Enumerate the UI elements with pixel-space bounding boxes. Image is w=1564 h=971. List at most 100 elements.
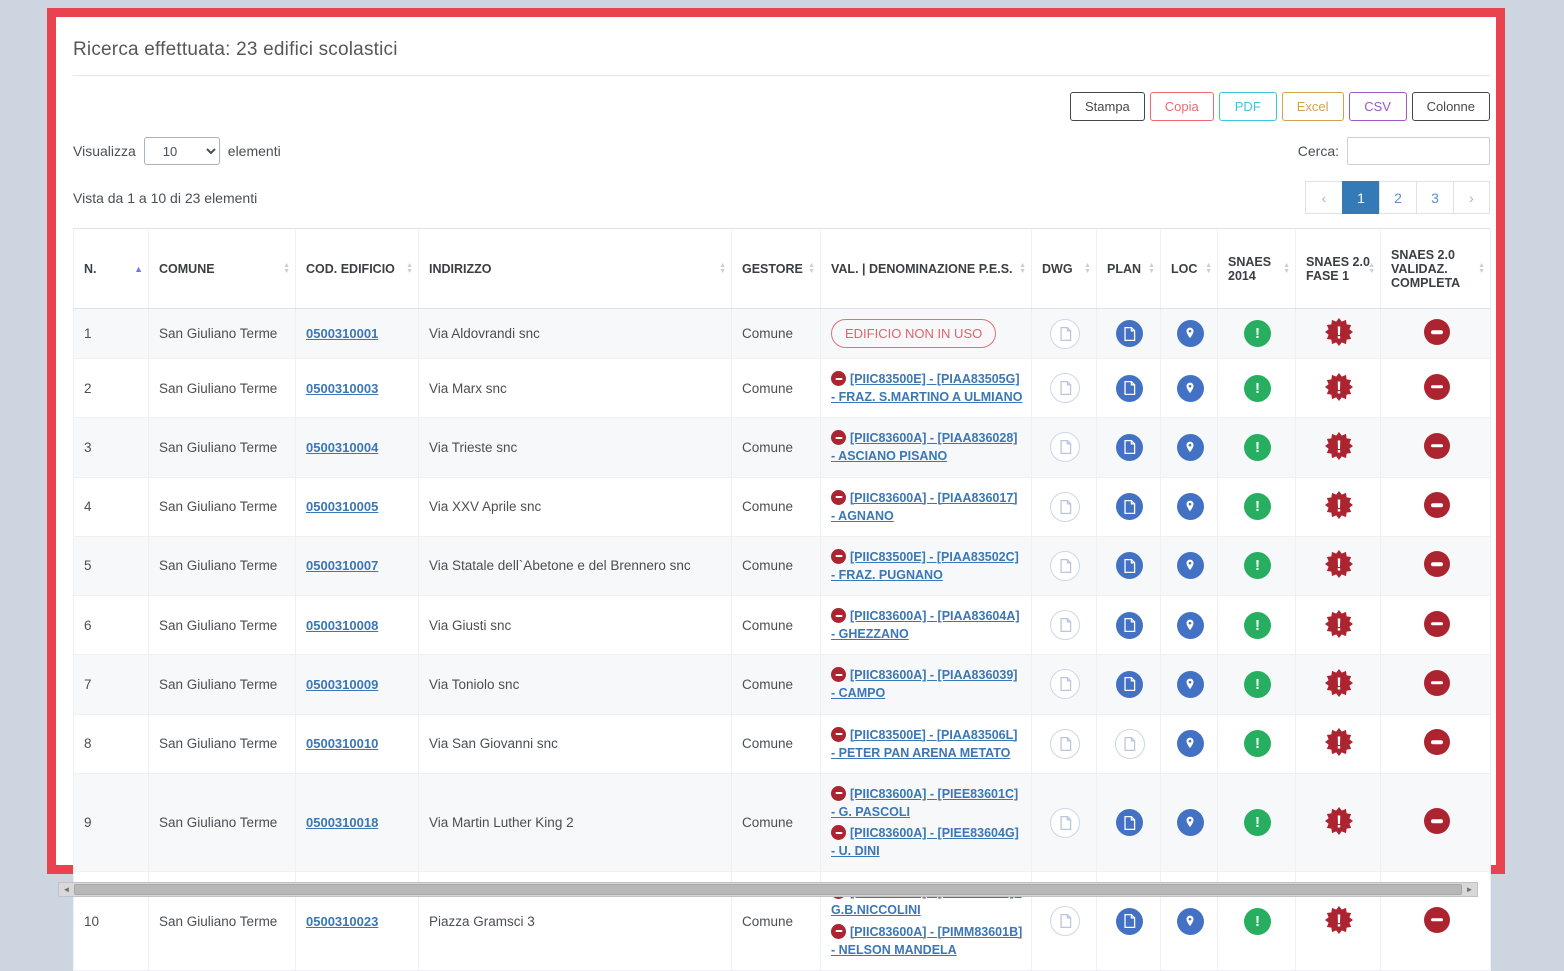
horizontal-scrollbar-thumb[interactable] [74,884,1462,895]
toolbar-button-csv[interactable]: CSV [1349,92,1407,121]
location-pin-icon[interactable] [1177,730,1204,757]
snaes-fase1-alert-icon: ! [1325,491,1353,522]
toolbar-button-copia[interactable]: Copia [1150,92,1214,121]
pagination-next[interactable]: › [1453,181,1490,214]
cell-address: Via Giusti snc [419,596,732,655]
pagination-page-2[interactable]: 2 [1379,181,1416,214]
building-code-link[interactable]: 0500310023 [306,914,378,929]
cell-address: Via Trieste snc [419,418,732,477]
cell-loc [1161,309,1218,359]
location-pin-icon[interactable] [1177,375,1204,402]
cell-plan [1097,418,1161,477]
pes-link[interactable]: [PIIC83600A] - [PIAA836017] - AGNANO [831,491,1017,523]
validation-blocked-icon [1424,670,1450,696]
cell-loc [1161,359,1218,418]
pes-link[interactable]: [PIIC83500E] - [PIAA83502C] - FRAZ. PUGN… [831,550,1019,582]
column-header-plan[interactable]: PLAN▲▼ [1097,229,1161,309]
cell-address: Via XXV Aprile snc [419,477,732,536]
table-head: N.▲COMUNE▲▼COD. EDIFICIO▲▼INDIRIZZO▲▼GES… [74,229,1491,309]
toolbar-button-colonne[interactable]: Colonne [1412,92,1490,121]
location-pin-icon[interactable] [1177,809,1204,836]
pes-link[interactable]: [PIIC83600A] - [PIAA83604A] - GHEZZANO [831,609,1020,641]
building-code-link[interactable]: 0500310003 [306,381,378,396]
column-header-cod-edificio[interactable]: COD. EDIFICIO▲▼ [296,229,419,309]
snaes-fase1-alert-icon: ! [1325,318,1353,349]
pes-link[interactable]: [PIIC83600A] - [PIMM83601B] - NELSON MAN… [831,925,1022,957]
scroll-right-icon[interactable]: ► [1462,883,1477,896]
header-row: N.▲COMUNE▲▼COD. EDIFICIO▲▼INDIRIZZO▲▼GES… [74,229,1491,309]
not-validated-icon [831,371,846,386]
not-validated-icon [831,490,846,505]
sort-both-icon: ▲▼ [1148,263,1155,275]
location-pin-icon[interactable] [1177,320,1204,347]
plan-pdf-icon[interactable] [1116,612,1143,639]
page-length-control: Visualizza 10 elementi [73,137,281,165]
cell-snaes-fase1: ! [1296,655,1381,714]
toolbar-button-pdf[interactable]: PDF [1219,92,1277,121]
scroll-left-icon[interactable]: ◄ [59,883,74,896]
pagination-prev[interactable]: ‹ [1305,181,1342,214]
location-pin-icon[interactable] [1177,434,1204,461]
plan-pdf-icon[interactable] [1116,320,1143,347]
snaes-2014-status-icon: ! [1244,320,1271,347]
location-pin-icon[interactable] [1177,552,1204,579]
location-pin-icon[interactable] [1177,671,1204,698]
plan-pdf-icon[interactable] [1116,493,1143,520]
plan-pdf-icon[interactable] [1116,375,1143,402]
location-pin-icon[interactable] [1177,493,1204,520]
pes-link[interactable]: [PIIC83600A] - [PIEE83601C] - G. PASCOLI [831,787,1018,819]
pagination-page-1[interactable]: 1 [1342,181,1379,214]
column-header-snaes-2-0-fase-1[interactable]: SNAES 2.0 FASE 1▲▼ [1296,229,1381,309]
building-code-link[interactable]: 0500310005 [306,499,378,514]
horizontal-scrollbar[interactable]: ◄ ► [58,882,1478,897]
snaes-fase1-alert-icon: ! [1325,373,1353,404]
cell-comune: San Giuliano Terme [149,773,296,872]
cell-row-number: 3 [74,418,149,477]
cell-comune: San Giuliano Terme [149,536,296,595]
building-code-link[interactable]: 0500310010 [306,736,378,751]
pes-link[interactable]: [PIIC83500E] - [PIAA83505G] - FRAZ. S.MA… [831,372,1022,404]
column-header-indirizzo[interactable]: INDIRIZZO▲▼ [419,229,732,309]
pes-link[interactable]: [PIIC83600A] - [PIAA836039] - CAMPO [831,668,1017,700]
cell-pes: [PIIC83600A] - [PIAA836028] - ASCIANO PI… [821,418,1032,477]
building-code-link[interactable]: 0500310007 [306,558,378,573]
column-header-loc[interactable]: LOC▲▼ [1161,229,1218,309]
building-code-link[interactable]: 0500310001 [306,326,378,341]
building-code-link[interactable]: 0500310008 [306,618,378,633]
plan-pdf-icon[interactable] [1116,809,1143,836]
cell-pes: [PIIC83600A] - [PIAA83604A] - GHEZZANO [821,596,1032,655]
cell-plan [1097,309,1161,359]
cell-snaes-fase1: ! [1296,773,1381,872]
plan-pdf-icon[interactable] [1116,434,1143,461]
column-header-val-denominazione-p-e-s[interactable]: VAL. | DENOMINAZIONE P.E.S.▲▼ [821,229,1032,309]
not-validated-icon [831,667,846,682]
building-code-link[interactable]: 0500310009 [306,677,378,692]
cell-manager: Comune [732,309,821,359]
column-header-snaes-2014[interactable]: SNAES 2014▲▼ [1218,229,1296,309]
column-header-label: LOC [1171,262,1197,276]
pes-link[interactable]: [PIIC83600A] - [PIEE83604G] - U. DINI [831,826,1019,858]
column-header-n[interactable]: N.▲ [74,229,149,309]
column-header-snaes-2-0-validaz-completa[interactable]: SNAES 2.0 VALIDAZ. COMPLETA▲▼ [1381,229,1491,309]
plan-pdf-icon[interactable] [1116,671,1143,698]
plan-pdf-icon[interactable] [1116,552,1143,579]
pagination-page-3[interactable]: 3 [1416,181,1453,214]
toolbar-button-excel[interactable]: Excel [1282,92,1344,121]
column-header-gestore[interactable]: GESTORE▲▼ [732,229,821,309]
page-length-select[interactable]: 10 [144,137,220,165]
cell-snaes-2014: ! [1218,536,1296,595]
building-code-link[interactable]: 0500310018 [306,815,378,830]
column-header-dwg[interactable]: DWG▲▼ [1032,229,1097,309]
pes-link[interactable]: [PIIC83500E] - [PIAA83506L] - PETER PAN … [831,728,1017,760]
toolbar-button-stampa[interactable]: Stampa [1070,92,1145,121]
location-pin-icon[interactable] [1177,612,1204,639]
building-code-link[interactable]: 0500310004 [306,440,378,455]
search-input[interactable] [1347,137,1490,165]
pes-link[interactable]: [PIIC83600A] - [PIAA836028] - ASCIANO PI… [831,431,1017,463]
column-header-comune[interactable]: COMUNE▲▼ [149,229,296,309]
location-pin-icon[interactable] [1177,908,1204,935]
validation-blocked-icon [1424,808,1450,834]
cell-snaes-fase1: ! [1296,536,1381,595]
plan-pdf-icon[interactable] [1116,908,1143,935]
sort-both-icon: ▲▼ [808,263,815,275]
